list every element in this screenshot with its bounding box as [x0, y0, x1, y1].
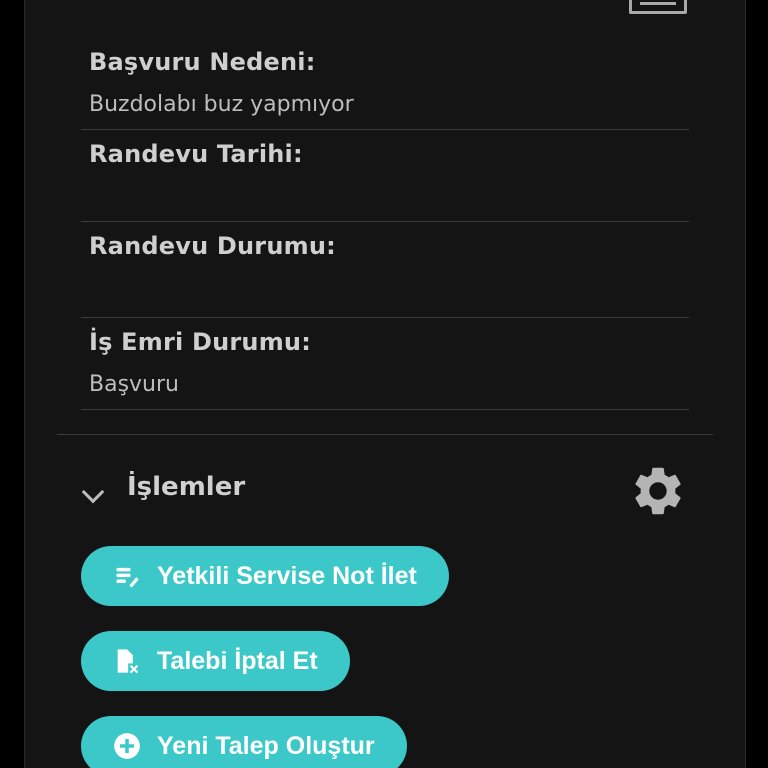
section-divider — [57, 434, 713, 435]
button-label: Yeni Talep Oluştur — [157, 731, 375, 760]
gear-icon[interactable] — [629, 462, 687, 520]
send-note-to-service-button[interactable]: Yetkili Servise Not İlet — [81, 546, 449, 606]
file-cancel-icon — [117, 649, 139, 674]
create-new-request-button[interactable]: Yeni Talep Oluştur — [81, 716, 407, 768]
button-label: Yetkili Servise Not İlet — [157, 561, 417, 590]
field-label: İş Emri Durumu: — [89, 328, 312, 356]
field-application-reason: Başvuru Nedeni: Buzdolabı buz yapmıyor — [81, 40, 689, 130]
section-title: İşlemler — [127, 472, 246, 502]
field-label: Randevu Tarihi: — [89, 140, 303, 168]
detail-panel: Başvuru Nedeni: Buzdolabı buz yapmıyor R… — [24, 0, 746, 768]
field-value: Buzdolabı buz yapmıyor — [89, 92, 354, 117]
field-label: Başvuru Nedeni: — [89, 48, 316, 76]
field-appointment-status: Randevu Durumu: — [81, 222, 689, 318]
chevron-down-icon[interactable] — [81, 480, 105, 504]
field-label: Randevu Durumu: — [89, 232, 336, 260]
actions-section-header[interactable]: İşlemler — [81, 466, 689, 516]
note-edit-icon — [116, 567, 139, 588]
add-circle-icon — [114, 733, 140, 759]
field-appointment-date: Randevu Tarihi: — [81, 130, 689, 222]
button-label: Talebi İptal Et — [157, 646, 318, 675]
calendar-icon[interactable] — [629, 0, 687, 14]
cancel-request-button[interactable]: Talebi İptal Et — [81, 631, 350, 691]
field-value: Başvuru — [89, 372, 179, 397]
field-work-order-status: İş Emri Durumu: Başvuru — [81, 318, 689, 410]
